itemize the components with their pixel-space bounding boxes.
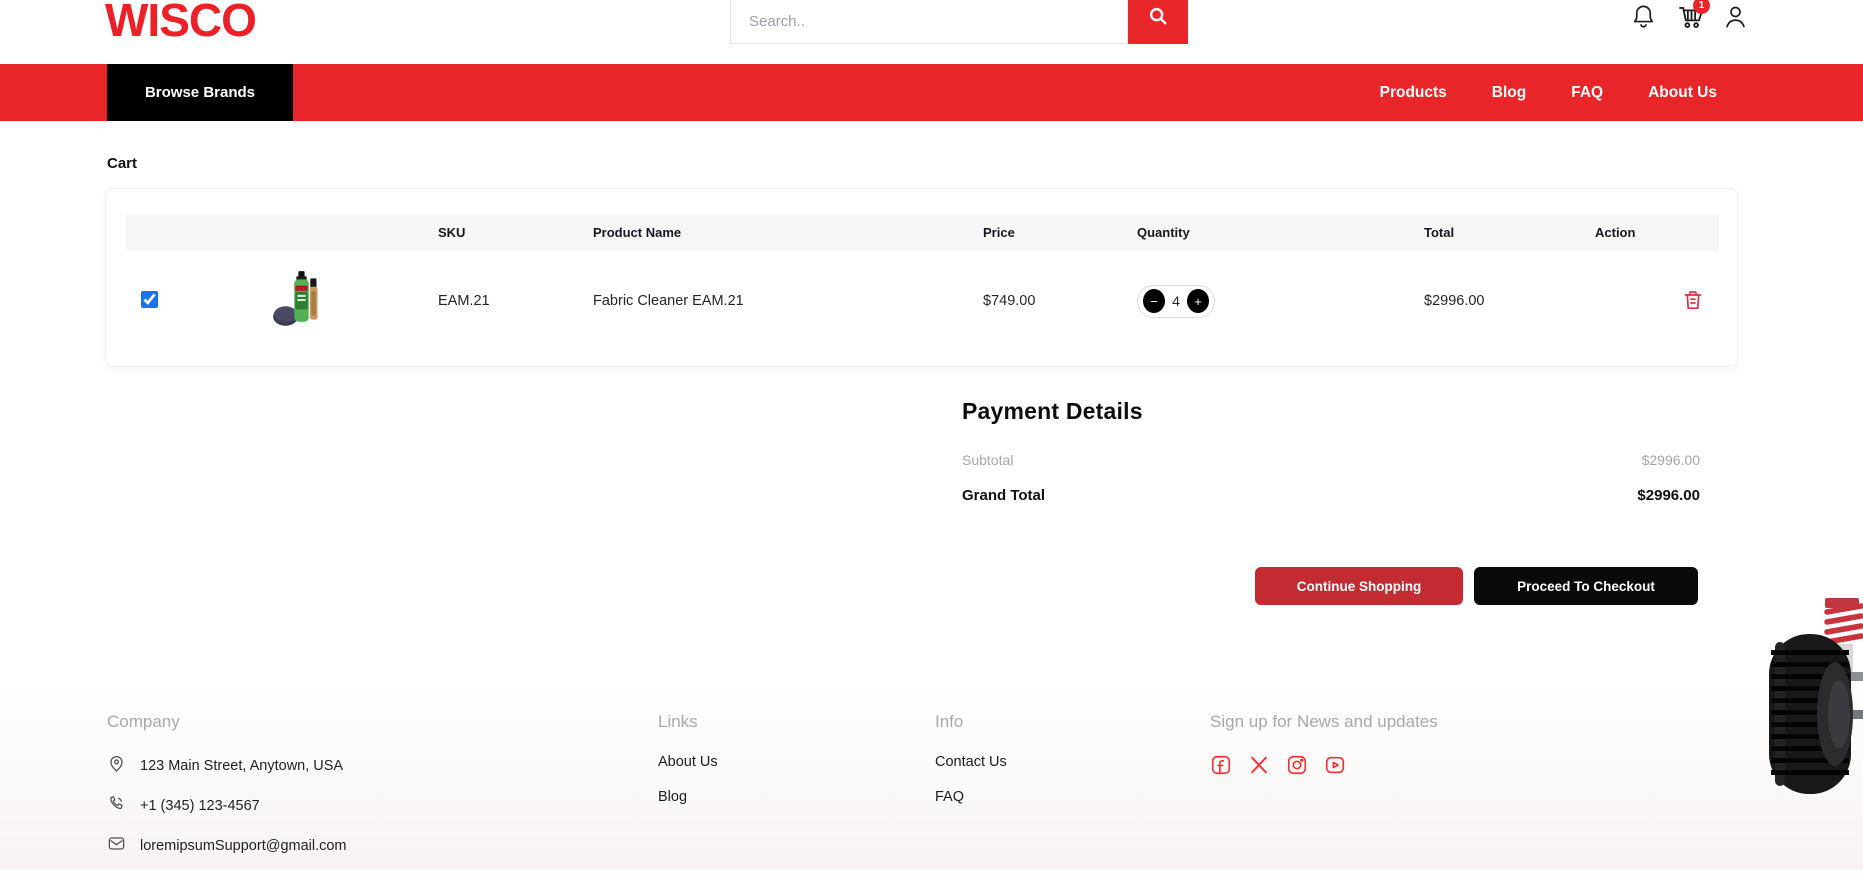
item-sku: EAM.21	[426, 293, 581, 309]
footer-link-about-us[interactable]: About Us	[658, 754, 718, 770]
user-account-icon[interactable]	[1722, 2, 1750, 32]
footer-email-row: loremipsumSupport@gmail.com	[107, 834, 347, 857]
footer-phone-row: +1 (345) 123-4567	[107, 794, 347, 817]
product-image	[270, 268, 332, 334]
footer-newsletter-column: Sign up for News and updates	[1210, 712, 1438, 776]
search-input[interactable]	[730, 0, 1128, 44]
grand-total-label: Grand Total	[962, 487, 1045, 504]
item-total: $2996.00	[1412, 293, 1583, 309]
footer-company-title: Company	[107, 712, 347, 732]
item-price: $749.00	[971, 293, 1125, 309]
cart-count-badge: 1	[1693, 0, 1710, 14]
phone-icon	[107, 794, 126, 817]
footer-link-faq[interactable]: FAQ	[935, 789, 1007, 805]
cart-item-row: EAM.21 Fabric Cleaner EAM.21 $749.00 − 4…	[126, 251, 1719, 351]
subtotal-label: Subtotal	[962, 452, 1013, 468]
x-twitter-icon[interactable]	[1248, 754, 1270, 776]
browse-brands-button[interactable]: Browse Brands	[107, 64, 293, 121]
column-header-quantity: Quantity	[1125, 225, 1412, 240]
cart-actions: Continue Shopping Proceed To Checkout	[1255, 567, 1698, 605]
column-header-price: Price	[971, 225, 1125, 240]
payment-details-title: Payment Details	[962, 398, 1700, 425]
column-header-action: Action	[1583, 225, 1719, 240]
footer-address-row: 123 Main Street, Anytown, USA	[107, 754, 347, 777]
page-title: Cart	[107, 155, 137, 172]
footer-address-text: 123 Main Street, Anytown, USA	[140, 758, 343, 774]
footer-email-text: loremipsumSupport@gmail.com	[140, 838, 347, 854]
main-navbar: Browse Brands Products Blog FAQ About Us	[0, 64, 1863, 121]
cart-card: SKU Product Name Price Quantity Total Ac…	[105, 188, 1738, 367]
social-icons	[1210, 754, 1438, 776]
payment-details-section: Payment Details Subtotal $2996.00 Grand …	[962, 398, 1700, 504]
search-icon	[1147, 5, 1169, 30]
proceed-to-checkout-button[interactable]: Proceed To Checkout	[1474, 567, 1698, 605]
item-checkbox[interactable]	[141, 291, 158, 308]
search-button[interactable]	[1128, 0, 1188, 44]
column-header-product-name: Product Name	[581, 225, 971, 240]
footer-links-column: Links About Us Blog	[658, 712, 718, 824]
top-header: WISCO 1	[0, 0, 1863, 64]
quantity-decrease-button[interactable]: −	[1143, 289, 1165, 313]
column-header-sku: SKU	[426, 225, 581, 240]
nav-link-products[interactable]: Products	[1380, 84, 1447, 102]
footer-info-title: Info	[935, 712, 1007, 732]
trash-icon	[1681, 301, 1705, 316]
footer-newsletter-title: Sign up for News and updates	[1210, 712, 1438, 732]
cart-table-header: SKU Product Name Price Quantity Total Ac…	[126, 214, 1719, 251]
footer-phone-text: +1 (345) 123-4567	[140, 798, 260, 814]
quantity-stepper: − 4 +	[1137, 285, 1215, 318]
mail-icon	[107, 834, 126, 857]
nav-link-about-us[interactable]: About Us	[1648, 84, 1717, 102]
footer-links-title: Links	[658, 712, 718, 732]
facebook-icon[interactable]	[1210, 754, 1232, 776]
quantity-increase-button[interactable]: +	[1187, 289, 1209, 313]
subtotal-value: $2996.00	[1642, 452, 1700, 468]
grand-total-value: $2996.00	[1637, 487, 1700, 504]
youtube-icon[interactable]	[1324, 754, 1346, 776]
instagram-icon[interactable]	[1286, 754, 1308, 776]
site-logo[interactable]: WISCO	[105, 0, 256, 47]
footer-link-blog[interactable]: Blog	[658, 789, 718, 805]
nav-link-faq[interactable]: FAQ	[1571, 84, 1603, 102]
notification-bell-icon[interactable]	[1630, 2, 1658, 32]
delete-item-button[interactable]	[1681, 287, 1705, 316]
footer-link-contact-us[interactable]: Contact Us	[935, 754, 1007, 770]
footer-info-column: Info Contact Us FAQ	[935, 712, 1007, 824]
nav-link-blog[interactable]: Blog	[1492, 84, 1526, 102]
nav-links: Products Blog FAQ About Us	[1380, 64, 1717, 121]
column-header-total: Total	[1412, 225, 1583, 240]
item-name: Fabric Cleaner EAM.21	[581, 293, 971, 309]
continue-shopping-button[interactable]: Continue Shopping	[1255, 567, 1463, 605]
location-pin-icon	[107, 754, 126, 777]
quantity-value: 4	[1172, 293, 1180, 309]
footer-company-column: Company 123 Main Street, Anytown, USA +1…	[107, 712, 347, 874]
footer: Company 123 Main Street, Anytown, USA +1…	[0, 680, 1863, 870]
main-content: Cart SKU Product Name Price Quantity Tot…	[0, 121, 1863, 680]
